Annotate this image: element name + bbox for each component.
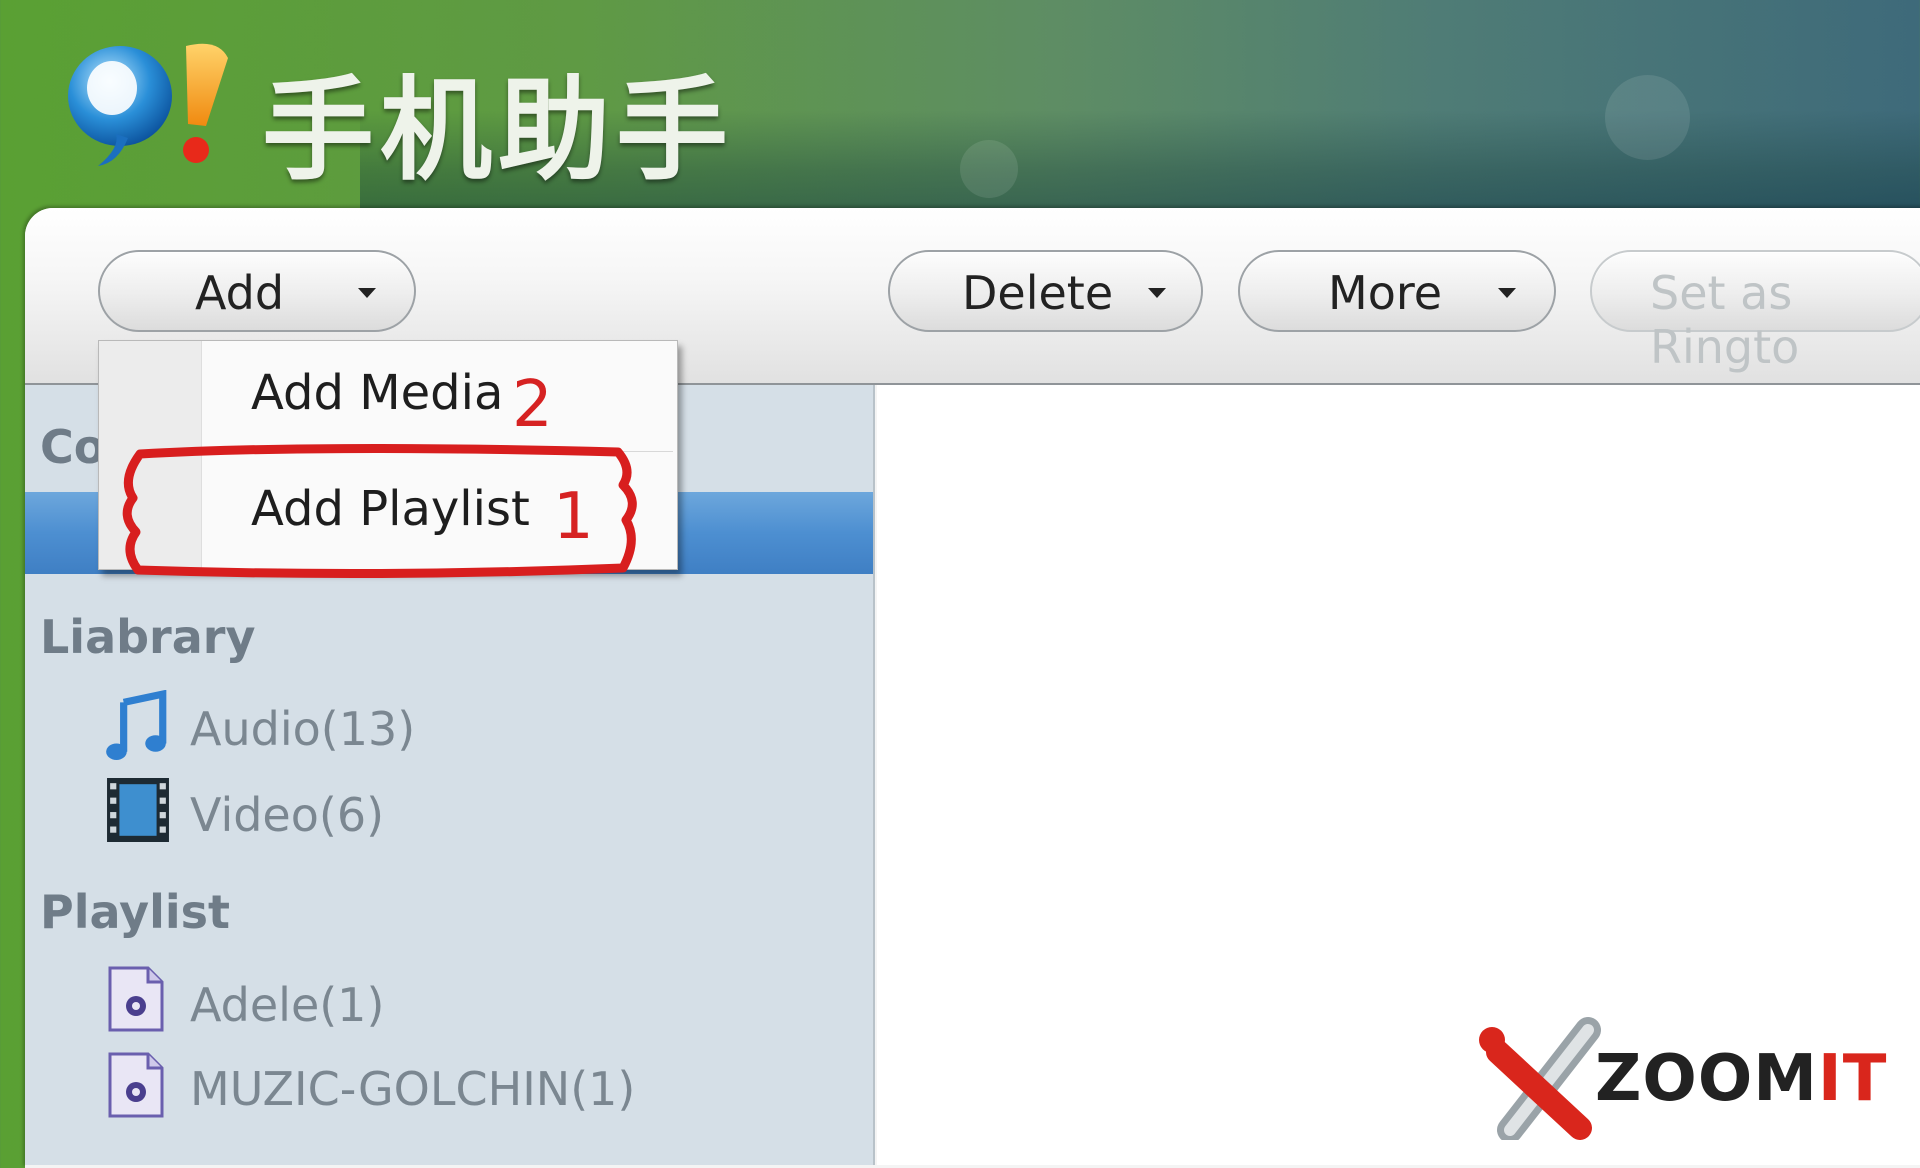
playlist-item-adele[interactable]: Adele(1) [190,978,384,1032]
sidebar-section-partial: Co [40,420,106,474]
menu-item-add-media[interactable]: Add Media [251,365,503,421]
watermark-text-main: ZOOM [1595,1042,1818,1116]
app-title: 手机助手 [262,66,734,196]
library-heading: Liabrary [40,610,256,664]
playlist-file-icon [108,1052,164,1118]
chevron-down-icon [1148,288,1166,298]
annotation-highlight-box [122,443,637,579]
film-icon [107,778,169,842]
library-item-video[interactable]: Video(6) [190,788,384,842]
annotation-number-2: 2 [512,368,553,442]
library-item-audio[interactable]: Audio(13) [190,702,415,756]
music-note-icon [106,690,167,760]
set-as-ringtone-label: Set as Ringto [1650,266,1800,374]
more-button-label: More [1328,266,1443,320]
chevron-down-icon [1498,288,1516,298]
set-as-ringtone-button[interactable]: Set as Ringto [1590,250,1920,374]
add-button[interactable]: Add [98,250,416,332]
playlist-heading: Playlist [40,885,230,939]
playlist-item-muzic-golchin[interactable]: MUZIC-GOLCHIN(1) [190,1062,635,1116]
more-button[interactable]: More [1238,250,1556,332]
delete-button[interactable]: Delete [888,250,1203,332]
watermark-text-accent: IT [1817,1042,1888,1116]
playlist-file-icon [108,966,164,1032]
watermark-text: ZOOMIT [1595,1042,1887,1116]
app-logo-icon [68,43,228,166]
chevron-down-icon [358,288,376,298]
app-header: 手机助手 [0,0,1920,215]
decor-bubble [1605,75,1690,160]
decor-bubble [960,140,1018,198]
add-button-label: Add [195,266,285,320]
delete-button-label: Delete [962,266,1114,320]
